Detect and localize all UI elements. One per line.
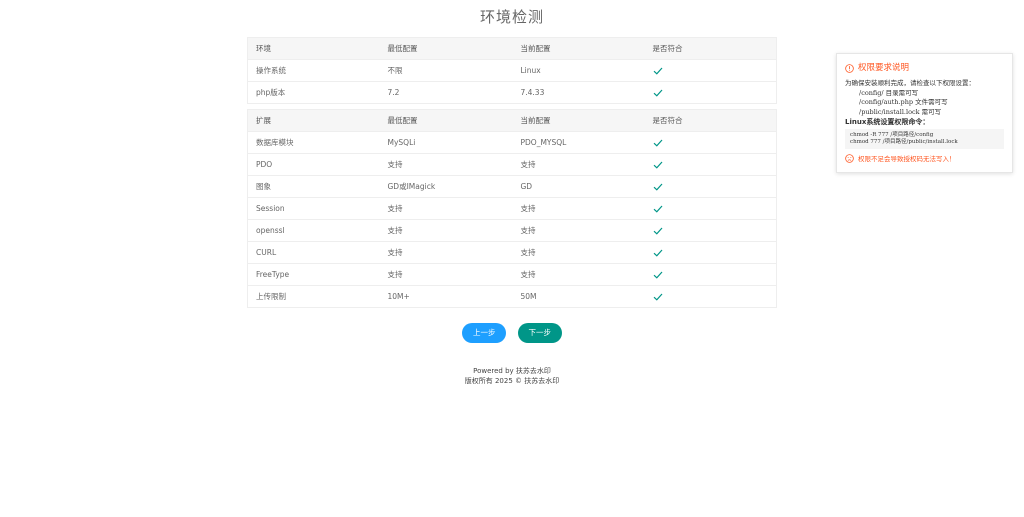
cell-current: Linux bbox=[512, 59, 645, 82]
check-icon bbox=[653, 227, 663, 235]
cell-name: 操作系统 bbox=[247, 59, 380, 82]
permission-notice: 权限要求说明 为确保安装顺利完成，请检查以下权限设置： /config/ 目录需… bbox=[836, 53, 1013, 173]
ext-header-row: 扩展 最低配置 当前配置 是否符合 bbox=[247, 109, 777, 132]
info-circle-icon bbox=[845, 63, 854, 73]
notice-path-config: /config/ 目录需可写 bbox=[859, 88, 919, 97]
cell-current: 支持 bbox=[512, 153, 645, 176]
notice-warning-text: 权限不足会导致授权码无法写入！ bbox=[858, 155, 956, 163]
column-header: 是否符合 bbox=[644, 109, 777, 132]
notice-title: 权限要求说明 bbox=[845, 62, 1004, 74]
next-step-button[interactable]: 下一步 bbox=[517, 323, 563, 343]
check-icon bbox=[653, 89, 663, 97]
check-icon bbox=[653, 271, 663, 279]
env-table: 环境 最低配置 当前配置 是否符合 操作系统 不限 Linux php版本 7.2 7.4.33 bbox=[247, 37, 777, 104]
cell-current: 支持 bbox=[512, 219, 645, 242]
table-row: Session 支持 支持 bbox=[247, 197, 777, 220]
notice-intro: 为确保安装顺利完成，请检查以下权限设置： bbox=[845, 79, 975, 87]
column-header: 当前配置 bbox=[512, 109, 645, 132]
command-block: chmod -R 777 /项目路径/config chmod 777 /项目路… bbox=[845, 129, 1004, 149]
env-header-row: 环境 最低配置 当前配置 是否符合 bbox=[247, 37, 777, 60]
table-row: FreeType 支持 支持 bbox=[247, 263, 777, 286]
check-icon bbox=[653, 183, 663, 191]
check-icon bbox=[653, 293, 663, 301]
cell-status bbox=[644, 59, 777, 82]
table-row: 图象 GD或IMagick GD bbox=[247, 175, 777, 198]
cell-min: 10M+ bbox=[379, 285, 513, 308]
cell-name: openssl bbox=[247, 219, 380, 242]
table-row: 操作系统 不限 Linux bbox=[247, 59, 777, 82]
cell-min: MySQLi bbox=[379, 131, 513, 154]
check-icon bbox=[653, 205, 663, 213]
prev-step-button[interactable]: 上一步 bbox=[461, 323, 507, 343]
cell-current: 50M bbox=[512, 285, 645, 308]
cell-current: 7.4.33 bbox=[512, 81, 645, 104]
cell-current: 支持 bbox=[512, 197, 645, 220]
table-row: openssl 支持 支持 bbox=[247, 219, 777, 242]
cell-status bbox=[644, 285, 777, 308]
column-header: 最低配置 bbox=[379, 109, 513, 132]
sad-face-icon bbox=[845, 153, 854, 163]
cell-name: php版本 bbox=[247, 81, 380, 104]
notice-warning: 权限不足会导致授权码无法写入！ bbox=[845, 153, 1004, 163]
cell-current: GD bbox=[512, 175, 645, 198]
column-header: 扩展 bbox=[247, 109, 380, 132]
cell-status bbox=[644, 263, 777, 286]
cell-status bbox=[644, 153, 777, 176]
table-row: CURL 支持 支持 bbox=[247, 241, 777, 264]
cell-status bbox=[644, 241, 777, 264]
cell-min: 支持 bbox=[379, 263, 513, 286]
cell-name: 图象 bbox=[247, 175, 380, 198]
command-line: chmod -R 777 /项目路径/config bbox=[850, 132, 934, 138]
step-buttons: 上一步 下一步 bbox=[0, 320, 1024, 343]
cell-min: GD或IMagick bbox=[379, 175, 513, 198]
cell-current: 支持 bbox=[512, 263, 645, 286]
cell-name: PDO bbox=[247, 153, 380, 176]
column-header: 最低配置 bbox=[379, 37, 513, 60]
table-row: php版本 7.2 7.4.33 bbox=[247, 81, 777, 104]
cell-current: PDO_MYSQL bbox=[512, 131, 645, 154]
column-header: 当前配置 bbox=[512, 37, 645, 60]
table-row: 上传限制 10M+ 50M bbox=[247, 285, 777, 308]
ext-table: 扩展 最低配置 当前配置 是否符合 数据库模块 MySQLi PDO_MYSQL PDO 支持支… bbox=[247, 109, 777, 308]
notice-cmd-title: Linux系统设置权限命令： bbox=[845, 118, 930, 126]
table-row: 数据库模块 MySQLi PDO_MYSQL bbox=[247, 131, 777, 154]
cell-status bbox=[644, 219, 777, 242]
check-icon bbox=[653, 67, 663, 75]
cell-current: 支持 bbox=[512, 241, 645, 264]
cell-min: 支持 bbox=[379, 241, 513, 264]
check-icon bbox=[653, 161, 663, 169]
footer: Powered by 扶苏去水印 版权所有 2025 © 扶苏去水印 bbox=[0, 366, 1024, 386]
cell-min: 支持 bbox=[379, 153, 513, 176]
notice-path-auth: /config/auth.php 文件需可写 bbox=[859, 98, 948, 106]
check-icon bbox=[653, 249, 663, 257]
cell-name: FreeType bbox=[247, 263, 380, 286]
table-row: PDO 支持 支持 bbox=[247, 153, 777, 176]
check-tables: 环境 最低配置 当前配置 是否符合 操作系统 不限 Linux php版本 7.2 7.4.33 … bbox=[247, 37, 777, 308]
cell-status bbox=[644, 81, 777, 104]
page-title: 环境检测 bbox=[479, 8, 544, 26]
notice-path-lock: /public/install.lock 需可写 bbox=[859, 107, 942, 116]
command-line: chmod 777 /项目路径/public/install.lock bbox=[850, 139, 958, 145]
cell-status bbox=[644, 197, 777, 220]
notice-title-text: 权限要求说明 bbox=[858, 63, 910, 73]
cell-name: Session bbox=[247, 197, 380, 220]
cell-min: 支持 bbox=[379, 197, 513, 220]
cell-name: 数据库模块 bbox=[247, 131, 380, 154]
cell-min: 7.2 bbox=[379, 81, 513, 104]
cell-status bbox=[644, 175, 777, 198]
cell-name: 上传限制 bbox=[247, 285, 380, 308]
footer-copyright: 版权所有 2025 © 扶苏去水印 bbox=[464, 377, 560, 385]
check-icon bbox=[653, 139, 663, 147]
column-header: 环境 bbox=[247, 37, 380, 60]
cell-min: 支持 bbox=[379, 219, 513, 242]
cell-status bbox=[644, 131, 777, 154]
cell-name: CURL bbox=[247, 241, 380, 264]
cell-min: 不限 bbox=[379, 59, 513, 82]
column-header: 是否符合 bbox=[644, 37, 777, 60]
footer-powered: Powered by 扶苏去水印 bbox=[473, 367, 551, 375]
